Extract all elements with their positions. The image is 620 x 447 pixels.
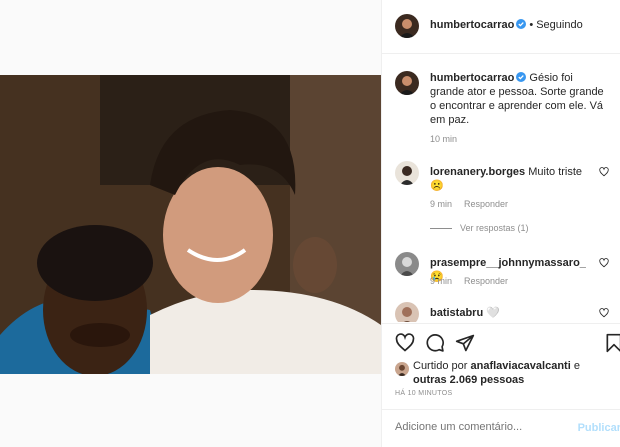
reply-button[interactable]: Responder [464,199,508,209]
comment-username[interactable]: lorenanery.borges [430,166,525,178]
view-replies-button[interactable]: Ver respostas (1) [430,223,529,233]
comment-like-heart-icon[interactable] [599,308,609,318]
author-avatar[interactable] [395,14,419,38]
caption-username[interactable]: humbertocarrao [430,72,514,84]
comment-like-heart-icon[interactable] [599,258,609,268]
comment-item: batistabru 🤍 [382,302,620,322]
share-icon[interactable] [455,333,475,353]
view-replies-label: Ver respostas (1) [460,223,529,233]
comment-meta: 9 min Responder [430,276,508,286]
likes-others-link[interactable]: outras 2.069 pessoas [413,374,524,386]
caption-avatar[interactable] [395,71,419,95]
post-header: humbertocarrao • Seguindo [382,0,620,54]
follow-status-button[interactable]: Seguindo [536,19,583,31]
comment-username[interactable]: batistabru [430,307,483,319]
comment-body: 🤍 [486,307,500,319]
post-photo-image [0,75,381,374]
view-replies-line [430,228,452,230]
author-username[interactable]: humbertocarrao [430,19,514,31]
add-comment-section: Publicar [382,409,620,447]
comment-time[interactable]: 9 min [430,276,452,286]
post-time-ago[interactable]: HÁ 10 MINUTOS [395,390,452,397]
likes-middle: e [570,360,580,372]
verified-badge-icon [516,19,527,29]
comment-time[interactable]: 9 min [430,199,452,209]
liker-avatar[interactable] [395,362,409,376]
comment-input[interactable] [395,421,565,433]
post-details-pane: humbertocarrao • Seguindo humbertocarrao G… [381,0,620,447]
reply-button[interactable]: Responder [464,276,508,286]
header-line: humbertocarrao • Seguindo [430,19,583,31]
comment-meta: 9 min Responder [430,199,508,209]
post-actions: Curtido por anaflaviacavalcanti e outras… [382,323,620,409]
heart-icon[interactable] [395,333,415,353]
commenter-avatar[interactable] [395,302,419,322]
verified-badge-icon [516,72,527,82]
caption-timestamp[interactable]: 10 min [430,134,457,144]
post-media-pane [0,0,381,447]
bookmark-icon[interactable] [604,333,620,353]
comment-text-block: lorenanery.borges Muito triste ☹️ [430,165,590,193]
likes-prefix: Curtido por [413,360,471,372]
comment-username[interactable]: prasempre__johnnymassaro_ [430,257,586,269]
comment-icon[interactable] [425,333,445,353]
separator-dot: • [529,19,534,31]
comment-text-block: batistabru 🤍 [430,306,590,320]
comment-like-heart-icon[interactable] [599,167,609,177]
caption-text-block: humbertocarrao Gésio foi grande ator e p… [430,71,610,127]
commenter-avatar[interactable] [395,161,419,185]
post-photo[interactable] [0,75,381,374]
commenter-avatar[interactable] [395,252,419,276]
likes-text: Curtido por anaflaviacavalcanti e outras… [413,359,613,387]
publish-button[interactable]: Publicar [578,422,620,434]
liker-username[interactable]: anaflaviacavalcanti [470,360,570,372]
